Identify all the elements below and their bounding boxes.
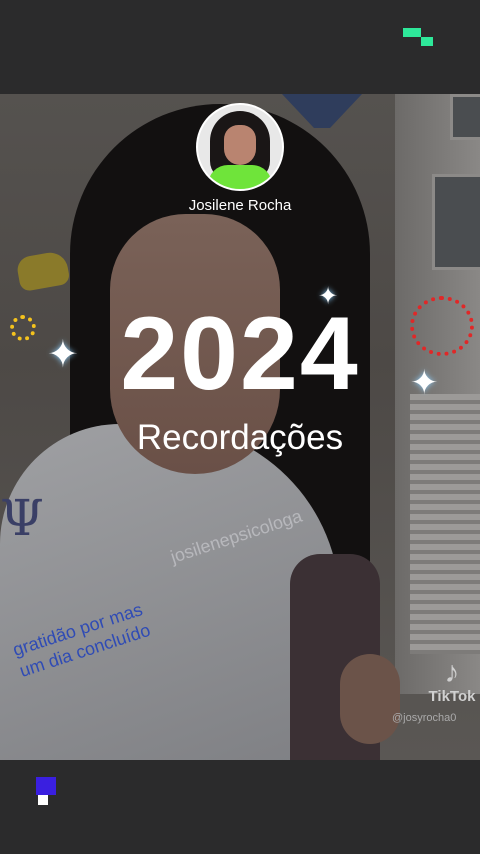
corner-pixel-logo-icon bbox=[36, 777, 56, 807]
tiktok-label: TikTok bbox=[428, 688, 476, 705]
year-title: 2024 bbox=[120, 296, 360, 412]
bottom-bar bbox=[0, 760, 480, 854]
profile-name: Josilene Rocha bbox=[188, 197, 292, 214]
psi-logo-icon: Ψ bbox=[0, 489, 44, 547]
subtitle: Recordações bbox=[136, 418, 344, 457]
corner-pixel-logo-icon bbox=[403, 28, 433, 48]
tiktok-note-icon: ♪ bbox=[444, 656, 460, 689]
flower-sticker-icon bbox=[10, 315, 36, 341]
person-hand bbox=[340, 654, 400, 744]
tiktok-handle: @josyrocha0 bbox=[392, 712, 457, 724]
tiktok-watermark: ♪ TikTok bbox=[424, 656, 480, 706]
profile-avatar[interactable] bbox=[196, 103, 284, 191]
top-bar bbox=[0, 0, 480, 94]
yellow-toy bbox=[15, 249, 71, 293]
